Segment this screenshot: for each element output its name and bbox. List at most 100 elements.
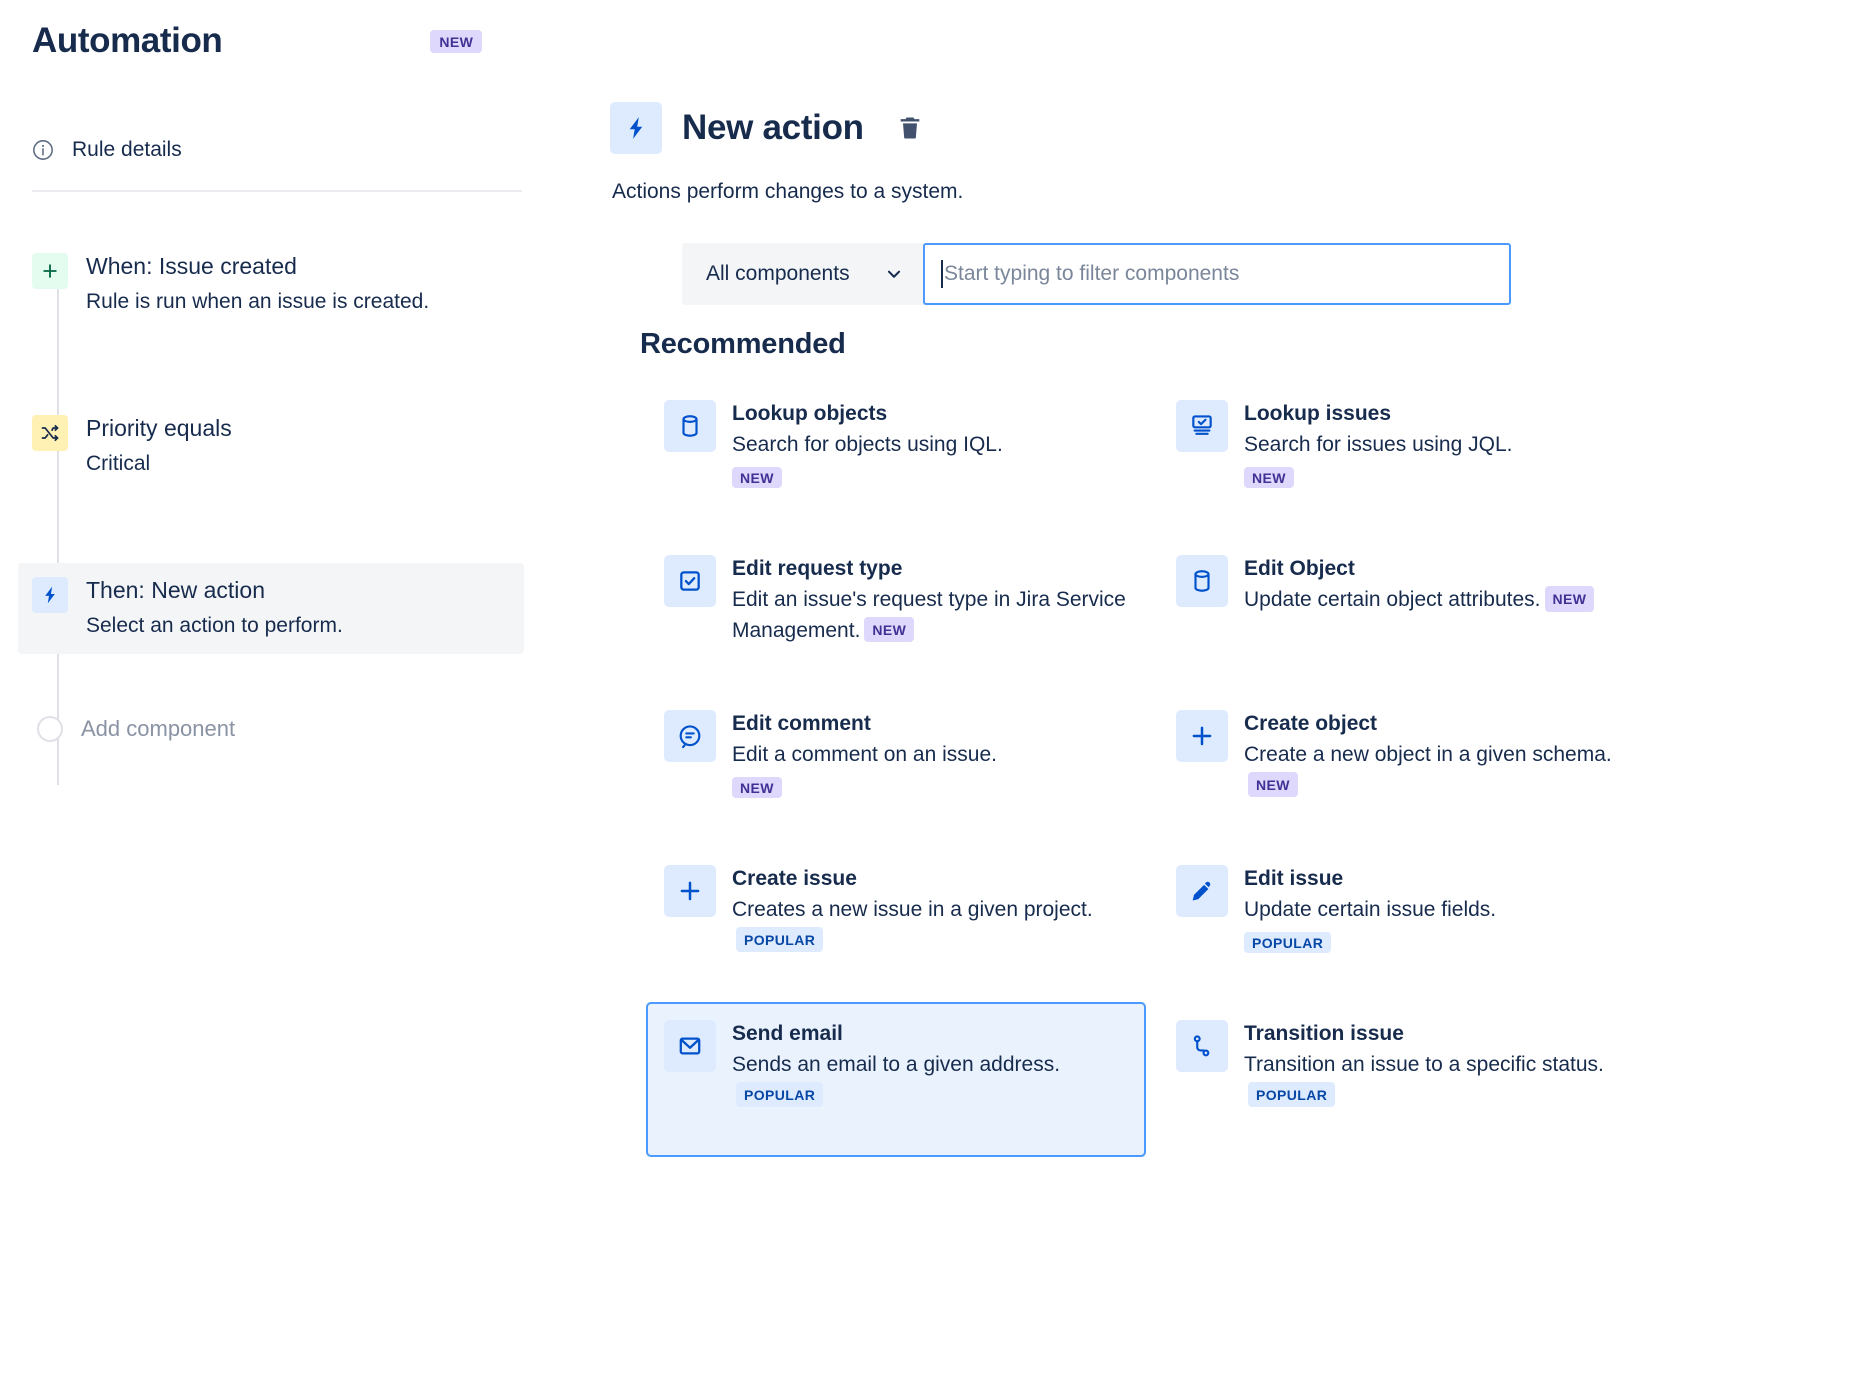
rule-step-condition-body: Priority equals Critical (86, 413, 232, 477)
component-card-badge: POPULAR (1248, 1082, 1335, 1107)
component-card-body: Edit comment Edit a comment on an issue.… (732, 710, 997, 800)
component-card-description: Edit a comment on an issue. (732, 740, 997, 770)
rule-chain-panel: Automation NEW Rule details (0, 0, 640, 1378)
component-card-title: Edit request type (732, 556, 1130, 582)
database-icon (664, 400, 716, 452)
component-card-description: Create a new object in a given schema. NE… (1244, 740, 1642, 801)
component-card-send-email[interactable]: Send email Sends an email to a given add… (646, 1002, 1146, 1157)
component-card-title: Lookup issues (1244, 401, 1512, 427)
component-card-description-text: Edit an issue's request type in Jira Ser… (732, 588, 1126, 641)
component-card-description: Search for objects using IQL. (732, 430, 1003, 460)
envelope-icon (664, 1020, 716, 1072)
component-card-badge: POPULAR (736, 1082, 823, 1107)
component-card-title: Edit Object (1244, 556, 1594, 582)
component-card-description: Update certain object attributes.NEW (1244, 585, 1594, 615)
component-card-title: Edit issue (1244, 866, 1496, 892)
component-card-lookup-objects[interactable]: Lookup objects Search for objects using … (646, 382, 1146, 537)
component-card-edit-object[interactable]: Edit Object Update certain object attrib… (1158, 537, 1658, 692)
new-action-panel: New action Actions perform changes to a … (610, 0, 1858, 1378)
add-component-button[interactable]: Add component (32, 716, 632, 742)
panel-subtitle: Actions perform changes to a system. (612, 180, 963, 204)
component-card-body: Edit request type Edit an issue's reques… (732, 555, 1130, 646)
component-card-body: Transition issue Transition an issue to … (1244, 1020, 1642, 1111)
component-card-badge: NEW (732, 467, 782, 488)
component-type-select-value: All components (706, 262, 850, 286)
component-card-body: Send email Sends an email to a given add… (732, 1020, 1130, 1111)
rule-step-trigger-title: When: Issue created (86, 252, 429, 282)
component-card-title: Lookup objects (732, 401, 1003, 427)
sidebar-divider (32, 190, 522, 192)
component-card-badge: NEW (1248, 772, 1298, 797)
component-card-badge: NEW (1545, 586, 1595, 611)
component-filter-input[interactable]: Start typing to filter components (923, 243, 1511, 305)
component-card-body: Edit Object Update certain object attrib… (1244, 555, 1594, 616)
component-card-create-issue[interactable]: Create issue Creates a new issue in a gi… (646, 847, 1146, 1002)
sidebar-item-rule-details[interactable]: Rule details (32, 128, 182, 172)
lightning-icon (610, 102, 662, 154)
rule-step-condition[interactable]: Priority equals Critical (32, 401, 632, 491)
plus-icon (664, 865, 716, 917)
lightning-icon (32, 577, 68, 613)
component-card-edit-request-type[interactable]: Edit request type Edit an issue's reques… (646, 537, 1146, 692)
component-card-badge: NEW (1244, 467, 1294, 488)
component-card-edit-issue[interactable]: Edit issue Update certain issue fields. … (1158, 847, 1658, 1002)
automation-rule-builder: Automation NEW Rule details (0, 0, 1858, 1378)
trash-icon[interactable] (894, 112, 926, 144)
rule-timeline: When: Issue created Rule is run when an … (32, 215, 632, 742)
component-filter-placeholder: Start typing to filter components (944, 262, 1239, 286)
info-icon (32, 139, 54, 161)
component-card-description-text: Transition an issue to a specific status… (1244, 1053, 1604, 1076)
add-component-label: Add component (81, 716, 235, 742)
timeline-rail (57, 255, 59, 785)
component-card-description: Creates a new issue in a given project.P… (732, 895, 1130, 956)
chevron-down-icon (883, 263, 905, 285)
component-card-description-text: Update certain object attributes. (1244, 588, 1541, 611)
panel-header: New action (610, 102, 926, 154)
component-card-title: Send email (732, 1021, 1130, 1047)
rule-step-action[interactable]: Then: New action Select an action to per… (18, 563, 524, 653)
component-card-description: Search for issues using JQL. (1244, 430, 1512, 460)
rule-step-condition-subtitle: Critical (86, 450, 232, 477)
component-card-description: Sends an email to a given address. POPULA… (732, 1050, 1130, 1111)
page-title-row: Automation NEW (32, 22, 592, 61)
component-card-create-object[interactable]: Create object Create a new object in a g… (1158, 692, 1658, 847)
component-card-description-text: Creates a new issue in a given project. (732, 898, 1093, 921)
rule-step-action-subtitle: Select an action to perform. (86, 612, 343, 639)
component-filter-row: All components Start typing to filter co… (682, 243, 1511, 305)
plus-icon (32, 253, 68, 289)
page-title-new-badge: NEW (430, 30, 482, 53)
component-card-badge: NEW (732, 777, 782, 798)
empty-circle-icon (37, 716, 63, 742)
component-grid: Lookup objects Search for objects using … (646, 382, 1856, 1157)
checkbox-icon (664, 555, 716, 607)
component-card-badge: NEW (864, 617, 914, 642)
component-card-description-text: Sends an email to a given address. (732, 1053, 1060, 1076)
component-card-title: Edit comment (732, 711, 997, 737)
component-card-description-text: Create a new object in a given schema. (1244, 743, 1612, 766)
component-card-body: Create issue Creates a new issue in a gi… (732, 865, 1130, 956)
component-card-body: Lookup objects Search for objects using … (732, 400, 1003, 490)
transition-icon (1176, 1020, 1228, 1072)
rule-step-condition-title: Priority equals (86, 414, 232, 444)
rule-step-action-body: Then: New action Select an action to per… (86, 575, 343, 639)
component-card-description: Edit an issue's request type in Jira Ser… (732, 585, 1130, 646)
rule-step-trigger-body: When: Issue created Rule is run when an … (86, 251, 429, 315)
database-icon (1176, 555, 1228, 607)
pencil-icon (1176, 865, 1228, 917)
component-card-title: Transition issue (1244, 1021, 1642, 1047)
rule-step-action-title: Then: New action (86, 576, 343, 606)
component-type-select[interactable]: All components (682, 243, 925, 305)
recommended-heading: Recommended (640, 328, 846, 361)
component-card-lookup-issues[interactable]: Lookup issues Search for issues using JQ… (1158, 382, 1658, 537)
component-card-body: Lookup issues Search for issues using JQ… (1244, 400, 1512, 490)
component-card-description: Update certain issue fields. (1244, 895, 1496, 925)
component-card-edit-comment[interactable]: Edit comment Edit a comment on an issue.… (646, 692, 1146, 847)
panel-title: New action (682, 108, 864, 148)
component-card-title: Create issue (732, 866, 1130, 892)
component-card-body: Create object Create a new object in a g… (1244, 710, 1642, 801)
component-card-title: Create object (1244, 711, 1642, 737)
component-card-transition-issue[interactable]: Transition issue Transition an issue to … (1158, 1002, 1658, 1157)
comment-icon (664, 710, 716, 762)
component-card-badge: POPULAR (1244, 932, 1331, 953)
rule-step-trigger[interactable]: When: Issue created Rule is run when an … (32, 239, 632, 329)
